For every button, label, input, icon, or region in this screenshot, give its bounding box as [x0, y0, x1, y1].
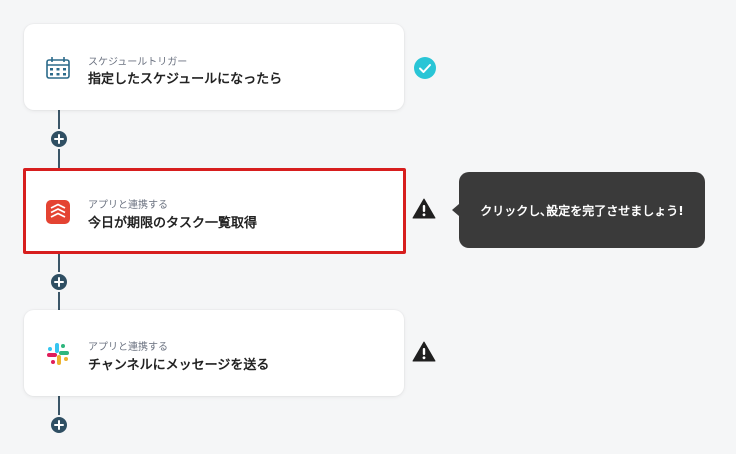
flow-step-todoist-tasks[interactable]: アプリと連携する 今日が期限のタスク一覧取得	[23, 168, 406, 254]
step-title: チャンネルにメッセージを送る	[88, 358, 270, 373]
step-type-label: アプリと連携する	[88, 342, 168, 353]
plus-icon	[54, 134, 64, 144]
add-step-button[interactable]	[49, 272, 69, 292]
setup-hint-tooltip: クリックし､設定を完了させましょう!	[452, 172, 705, 248]
flow-step-slack-message[interactable]: アプリと連携する チャンネルにメッセージを送る	[24, 310, 404, 396]
step-title: 今日が期限のタスク一覧取得	[88, 216, 258, 231]
add-step-button[interactable]	[49, 415, 69, 435]
plus-icon	[54, 420, 64, 430]
add-step-button[interactable]	[49, 129, 69, 149]
calendar-icon	[44, 54, 72, 82]
slack-icon	[44, 340, 72, 368]
step-type-label: スケジュールトリガー	[88, 57, 188, 68]
check-circle-icon	[413, 56, 437, 80]
step-title: 指定したスケジュールになったら	[88, 72, 283, 87]
flow-step-schedule-trigger[interactable]: スケジュールトリガー 指定したスケジュールになったら	[24, 24, 404, 110]
tooltip-text: クリックし､設定を完了させましょう!	[480, 203, 684, 218]
warning-icon	[412, 197, 436, 221]
step-type-label: アプリと連携する	[88, 200, 168, 211]
warning-icon	[412, 340, 436, 364]
todoist-icon	[44, 198, 72, 226]
plus-icon	[54, 277, 64, 287]
